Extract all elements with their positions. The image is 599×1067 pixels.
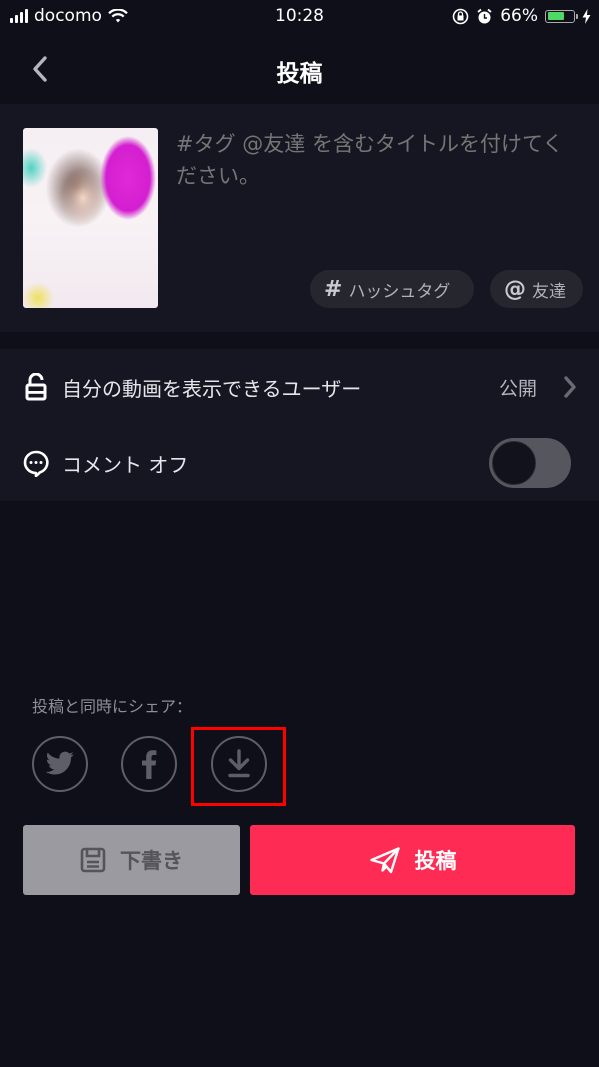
comment-off-toggle[interactable] [489,438,571,488]
video-thumbnail[interactable] [23,128,158,308]
mention-friend-chip[interactable]: @ 友達 [490,270,583,308]
save-to-device-button[interactable] [211,736,267,792]
status-right: 66% [452,6,591,26]
privacy-setting-row[interactable]: 自分の動画を表示できるユーザー 公開 [0,349,599,425]
post-settings: 自分の動画を表示できるユーザー 公開 コメント オフ [0,349,599,501]
charging-icon [582,8,591,24]
share-twitter-button[interactable] [32,736,88,792]
save-draft-button[interactable]: 下書き [23,825,240,895]
hashtag-icon: # [324,276,343,302]
chevron-right-icon [564,376,576,398]
page-title: 投稿 [276,61,323,87]
save-draft-label: 下書き [120,849,183,873]
post-label: 投稿 [414,849,457,873]
mention-chip-label: 友達 [532,281,566,302]
alarm-icon [477,8,492,23]
caption-card: # ハッシュタグ @ 友達 [0,104,599,332]
share-label: 投稿と同時にシェア： [32,697,193,716]
hashtag-chip-label: ハッシュタグ [348,281,451,302]
hashtag-chip[interactable]: # ハッシュタグ [310,270,474,308]
battery-fill [547,12,564,20]
comment-icon [22,449,50,477]
privacy-label: 自分の動画を表示できるユーザー [62,376,362,401]
comment-off-label: コメント オフ [62,452,189,477]
send-icon [369,847,400,874]
share-facebook-button[interactable] [121,736,177,792]
twitter-icon [45,751,74,775]
status-bar: docomo 10:28 66% [0,0,599,34]
caption-input[interactable] [176,128,576,208]
download-icon [228,749,250,778]
rotation-lock-icon [452,8,469,24]
privacy-value: 公開 [498,377,537,400]
battery-icon [545,9,578,23]
unlock-icon [22,373,50,401]
nav-bar: 投稿 [0,34,599,104]
save-draft-icon [80,847,106,873]
facebook-icon [142,750,157,779]
at-icon: @ [504,276,526,302]
battery-percent: 66% [500,6,538,26]
toggle-knob [492,441,536,485]
comment-setting-row: コメント オフ [0,425,599,501]
post-button[interactable]: 投稿 [250,825,575,895]
